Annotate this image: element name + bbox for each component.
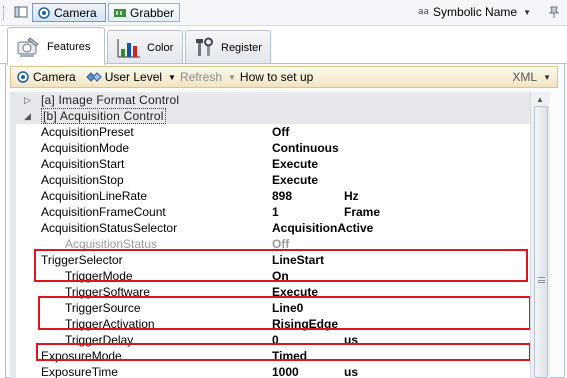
feature-unit: Frame <box>344 205 381 219</box>
collapse-arrow-icon[interactable]: ◢ <box>24 111 31 122</box>
feature-value[interactable]: 898 <box>272 189 292 203</box>
grabber-button[interactable]: Grabber <box>108 3 180 22</box>
feature-value[interactable]: Off <box>272 125 289 139</box>
tab-features-label: Features <box>47 40 91 53</box>
feature-name: AcquisitionStop <box>41 173 124 187</box>
highlight-trigger-selector-mode <box>34 249 528 282</box>
feature-value[interactable]: Execute <box>272 173 318 187</box>
refresh-button[interactable]: Refresh ▼ <box>180 70 240 84</box>
feature-unit: Hz <box>344 189 359 203</box>
color-chart-icon <box>117 38 140 57</box>
tab-features[interactable]: Features <box>7 27 105 65</box>
expand-arrow-icon[interactable]: ▷ <box>24 95 31 106</box>
tab-strip: Features Color Register <box>0 26 567 65</box>
symbolic-name-label: Symbolic Name <box>433 5 518 19</box>
scroll-up-icon[interactable]: ▲ <box>536 95 544 104</box>
user-level-menu[interactable]: User Level ▼ <box>85 70 180 84</box>
features-toolbar: Camera User Level ▼ Refresh ▼ How to set… <box>10 66 558 88</box>
table-row[interactable]: AcquisitionMode Continuous <box>16 140 530 156</box>
group-label: [b] Acquisition Control <box>41 108 166 124</box>
camera-button-label: Camera <box>54 5 97 20</box>
symbolic-name-dropdown[interactable]: aa Symbolic Name ▼ <box>418 5 531 19</box>
scroll-grip-icon <box>538 277 545 283</box>
tab-register[interactable]: Register <box>185 30 271 64</box>
refresh-label: Refresh <box>179 70 222 84</box>
features-icon <box>17 36 39 57</box>
feature-name: ExposureTime <box>41 365 118 378</box>
feature-unit: us <box>344 365 359 378</box>
toolbar-grip[interactable] <box>3 6 6 20</box>
feature-name: AcquisitionStatusSelector <box>41 221 178 235</box>
camera-button[interactable]: Camera <box>32 3 106 22</box>
xml-label: XML <box>512 70 538 84</box>
symbolic-name-icon: aa <box>418 7 430 17</box>
panel-toggle-icon[interactable] <box>14 5 28 19</box>
tab-register-label: Register <box>221 41 262 54</box>
tab-color[interactable]: Color <box>107 30 183 64</box>
xml-menu[interactable]: XML ▼ <box>512 70 551 84</box>
vertical-scrollbar[interactable]: ▲ <box>530 92 550 378</box>
chevron-down-icon: ▼ <box>523 7 531 17</box>
scroll-thumb[interactable] <box>534 106 548 378</box>
grabber-icon <box>114 8 126 17</box>
camera-icon <box>17 71 29 83</box>
how-to-set-up-link[interactable]: How to set up <box>240 70 313 84</box>
user-level-label: User Level <box>104 70 163 84</box>
feature-grid: ▷ [a] Image Format Control ◢ [b] Acquisi… <box>16 92 530 378</box>
table-row[interactable]: AcquisitionStart Execute <box>16 156 530 172</box>
feature-name: AcquisitionFrameCount <box>41 205 166 219</box>
register-tools-icon <box>196 37 213 56</box>
highlight-trigger-source-activation <box>38 296 531 330</box>
tab-color-label: Color <box>147 41 174 54</box>
table-row[interactable]: AcquisitionStop Execute <box>16 172 530 188</box>
feature-name: AcquisitionLineRate <box>41 189 148 203</box>
feature-name: AcquisitionMode <box>41 141 130 155</box>
group-label: [a] Image Format Control <box>41 93 180 107</box>
table-row[interactable]: AcquisitionPreset Off <box>16 124 530 140</box>
top-toolbar: Camera Grabber aa Symbolic Name ▼ <box>0 0 567 26</box>
group-row-image-format[interactable]: ▷ [a] Image Format Control <box>16 92 530 108</box>
feature-value[interactable]: 1000 <box>272 365 299 378</box>
user-level-icon <box>85 72 102 82</box>
table-row[interactable]: AcquisitionLineRate 898 Hz <box>16 188 530 204</box>
feature-name: AcquisitionStart <box>41 157 125 171</box>
table-row[interactable]: AcquisitionStatusSelector AcquisitionAct… <box>16 220 530 236</box>
feature-name: AcquisitionPreset <box>41 125 134 139</box>
how-to-set-up-label: How to set up <box>239 70 314 84</box>
table-row[interactable]: AcquisitionFrameCount 1 Frame <box>16 204 530 220</box>
feature-value[interactable]: Continuous <box>272 141 339 155</box>
pin-icon[interactable] <box>547 5 561 19</box>
chevron-down-icon: ▼ <box>228 72 236 82</box>
camera-menu-label: Camera <box>33 70 76 84</box>
camera-menu[interactable]: Camera <box>16 70 76 84</box>
camera-icon <box>38 6 50 19</box>
chevron-down-icon: ▼ <box>543 72 551 82</box>
table-row[interactable]: ExposureTime 1000 us <box>16 364 530 378</box>
highlight-exposure-mode <box>36 343 531 361</box>
grabber-button-label: Grabber <box>130 5 175 20</box>
chevron-down-icon: ▼ <box>168 72 176 82</box>
group-row-acquisition[interactable]: ◢ [b] Acquisition Control <box>16 108 530 124</box>
feature-value[interactable]: Execute <box>272 157 318 171</box>
feature-value[interactable]: 1 <box>272 205 279 219</box>
feature-value[interactable]: AcquisitionActive <box>272 221 373 235</box>
